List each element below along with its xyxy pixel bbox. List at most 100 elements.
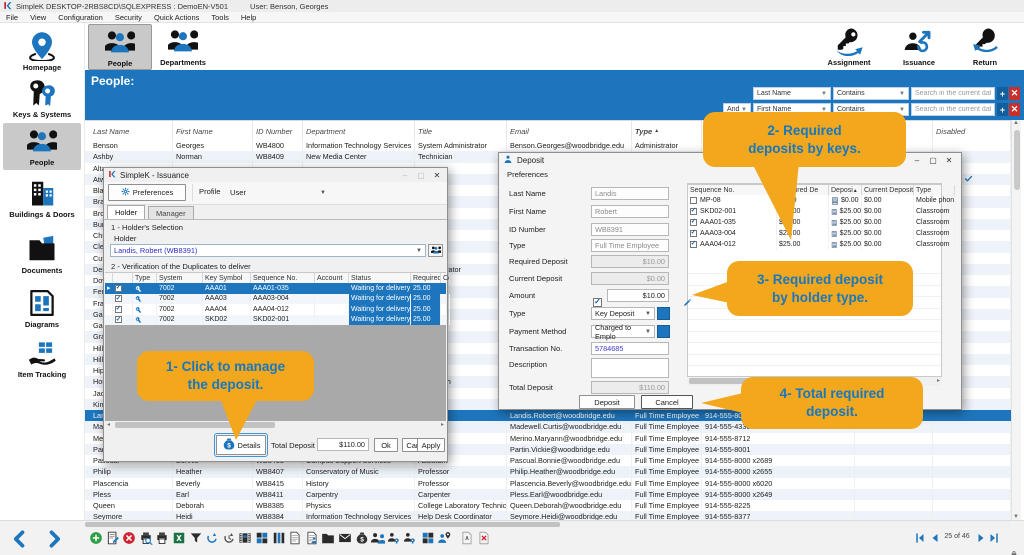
sidebar-item-buildings-doors[interactable]: Buildings & Doors bbox=[3, 175, 81, 222]
column-header-type[interactable]: Type ▲ bbox=[632, 121, 702, 141]
folder-icon[interactable] bbox=[320, 530, 336, 546]
menu-quick-actions[interactable]: Quick Actions bbox=[148, 13, 205, 22]
person-locate-icon[interactable] bbox=[437, 530, 453, 546]
type-select[interactable]: Key Deposit▼ bbox=[591, 307, 655, 320]
table-row[interactable]: PhilipHeatherWB8407Conservatory of Music… bbox=[85, 466, 1011, 477]
remove-filter-button-1[interactable]: ✕ bbox=[1009, 87, 1020, 100]
report-icon[interactable]: A bbox=[459, 530, 475, 546]
person-key-add-icon[interactable] bbox=[387, 530, 403, 546]
deposit-grid-row[interactable]: ✓SKD02-001$25.00$25.00$0.00Classroom bbox=[688, 206, 941, 217]
sidebar-item-item-tracking[interactable]: Item Tracking bbox=[3, 335, 81, 382]
issuance-grid-row[interactable]: ✓7002AAA03AAA03-004Waiting for delivery2… bbox=[105, 294, 446, 305]
id-number-field[interactable]: WB8391 bbox=[591, 223, 669, 236]
row-checkbox[interactable]: ✓ bbox=[113, 304, 133, 315]
panel-grid-icon[interactable] bbox=[254, 530, 270, 546]
deposit-grid-row[interactable]: ✓AAA03-004$25.00$25.00$0.00Classroom bbox=[688, 228, 941, 239]
pick-holder-button[interactable] bbox=[428, 244, 443, 257]
last-name-field[interactable]: Landis bbox=[591, 187, 669, 200]
sidebar-item-people[interactable]: People bbox=[3, 123, 81, 170]
sidebar-item-diagrams[interactable]: Diagrams bbox=[3, 285, 81, 332]
close-icon[interactable]: ✕ bbox=[941, 154, 957, 166]
delete-record-icon[interactable] bbox=[121, 530, 137, 546]
issuance-grid-row[interactable]: ✓7002SKD02SKD02-001Waiting for delivery2… bbox=[105, 315, 446, 326]
column-header-first-name[interactable]: First Name bbox=[173, 121, 253, 141]
refresh-icon[interactable] bbox=[204, 530, 220, 546]
deposit-icon[interactable]: $ bbox=[354, 530, 370, 546]
tab-holder[interactable]: Holder bbox=[107, 205, 145, 219]
nav-previous-icon[interactable] bbox=[10, 529, 30, 554]
column-header-title[interactable]: Title bbox=[415, 121, 507, 141]
filter-operator-select-1[interactable]: Contains▼ bbox=[833, 87, 909, 100]
sidebar-item-homepage[interactable]: Homepage bbox=[3, 28, 81, 75]
maximize-icon[interactable]: ▢ bbox=[925, 154, 941, 166]
type-lookup-button[interactable] bbox=[657, 307, 670, 320]
person-key-return-icon[interactable] bbox=[403, 530, 419, 546]
toolbar-button-assignment[interactable]: Assignment bbox=[816, 24, 882, 68]
table-row[interactable]: SeymoreHeidiWB8384Information Technology… bbox=[85, 511, 1011, 520]
sidebar-item-documents[interactable]: Documents bbox=[3, 231, 81, 278]
deposit-button[interactable]: Deposit bbox=[579, 395, 635, 409]
person-report-icon[interactable] bbox=[304, 530, 320, 546]
toolbar-button-departments[interactable]: Departments bbox=[152, 24, 214, 68]
tiles-icon[interactable] bbox=[420, 530, 436, 546]
search-input-2[interactable] bbox=[911, 103, 995, 116]
cell-deposit[interactable]: $0.00 bbox=[829, 195, 862, 206]
edit-record-icon[interactable] bbox=[105, 530, 121, 546]
toolbar-button-people[interactable]: People bbox=[88, 24, 152, 70]
refresh-history-icon[interactable] bbox=[221, 530, 237, 546]
profile-select[interactable]: User▼ bbox=[226, 185, 330, 200]
apply-button[interactable]: Apply bbox=[417, 438, 445, 452]
toolbar-button-issuance[interactable]: Issuance bbox=[886, 24, 952, 68]
people-pair-icon[interactable] bbox=[370, 530, 386, 546]
deposit-cancel-button[interactable]: Cancel bbox=[641, 395, 693, 409]
row-checkbox[interactable]: ✓ bbox=[113, 315, 133, 326]
export-excel-icon[interactable] bbox=[171, 530, 187, 546]
menu-tools[interactable]: Tools bbox=[205, 13, 235, 22]
edit-pencil-icon[interactable] bbox=[683, 294, 692, 312]
toolbar-button-return[interactable]: Return bbox=[952, 24, 1018, 68]
cell-deposit[interactable]: $25.00 bbox=[829, 239, 862, 250]
table-vertical-scrollbar[interactable]: ▲ ▼ bbox=[1011, 120, 1021, 520]
preferences-button[interactable]: Preferences bbox=[108, 184, 186, 201]
menu-help[interactable]: Help bbox=[235, 13, 262, 22]
deposit-details-button[interactable]: $ Details bbox=[216, 435, 266, 455]
filter-field-select-1[interactable]: Last Name▼ bbox=[753, 87, 831, 100]
issuance-horizontal-scrollbar[interactable]: ◂ ▸ bbox=[105, 421, 446, 430]
column-header-id-number[interactable]: ID Number bbox=[253, 121, 303, 141]
close-icon[interactable]: ✕ bbox=[429, 169, 445, 181]
report-remove-icon[interactable] bbox=[476, 530, 492, 546]
menu-security[interactable]: Security bbox=[109, 13, 148, 22]
panel-columns-icon[interactable] bbox=[271, 530, 287, 546]
minimize-icon[interactable]: – bbox=[909, 154, 925, 166]
filter-icon[interactable] bbox=[188, 530, 204, 546]
add-record-icon[interactable] bbox=[88, 530, 104, 546]
issuance-dialog-titlebar[interactable]: SimpleK - Issuance bbox=[104, 168, 447, 182]
add-filter-button-2[interactable]: + bbox=[997, 103, 1008, 116]
table-horizontal-scrollbar[interactable] bbox=[85, 521, 1010, 528]
deposit-grid-row[interactable]: ✓AAA01-035$25.00$25.00$0.00Classroom bbox=[688, 217, 941, 228]
add-filter-button-1[interactable]: + bbox=[997, 87, 1008, 100]
column-header-department[interactable]: Department bbox=[303, 121, 415, 141]
menu-file[interactable]: File bbox=[0, 13, 24, 22]
cell-deposit[interactable]: $25.00 bbox=[829, 217, 862, 228]
type-field[interactable]: Full Time Employee bbox=[591, 239, 669, 252]
table-row[interactable]: PlessEarlWB8411CarpentryCarpenterPless.E… bbox=[85, 489, 1011, 500]
email-icon[interactable] bbox=[337, 530, 353, 546]
column-header-disabled[interactable]: Disabled bbox=[933, 121, 1011, 141]
sidebar-item-keys-systems[interactable]: Keys & Systems bbox=[3, 75, 81, 122]
cell-deposit[interactable]: $25.00 bbox=[829, 206, 862, 217]
menu-view[interactable]: View bbox=[24, 13, 52, 22]
minimize-icon[interactable]: – bbox=[397, 169, 413, 181]
page-previous-icon[interactable] bbox=[929, 531, 941, 549]
row-checkbox[interactable]: ✓ bbox=[113, 283, 133, 294]
nav-next-icon[interactable] bbox=[44, 529, 64, 554]
search-input-1[interactable] bbox=[911, 87, 995, 100]
amount-field[interactable]: $10.00 bbox=[607, 289, 669, 302]
page-next-icon[interactable] bbox=[975, 531, 987, 549]
page-first-icon[interactable] bbox=[914, 531, 926, 549]
page-last-icon[interactable] bbox=[988, 531, 1000, 549]
maximize-icon[interactable]: ▢ bbox=[413, 169, 429, 181]
remove-filter-button-2[interactable]: ✕ bbox=[1009, 103, 1020, 116]
deposit-preferences-menu[interactable]: Preferences bbox=[507, 170, 548, 179]
print-preview-icon[interactable] bbox=[138, 530, 154, 546]
